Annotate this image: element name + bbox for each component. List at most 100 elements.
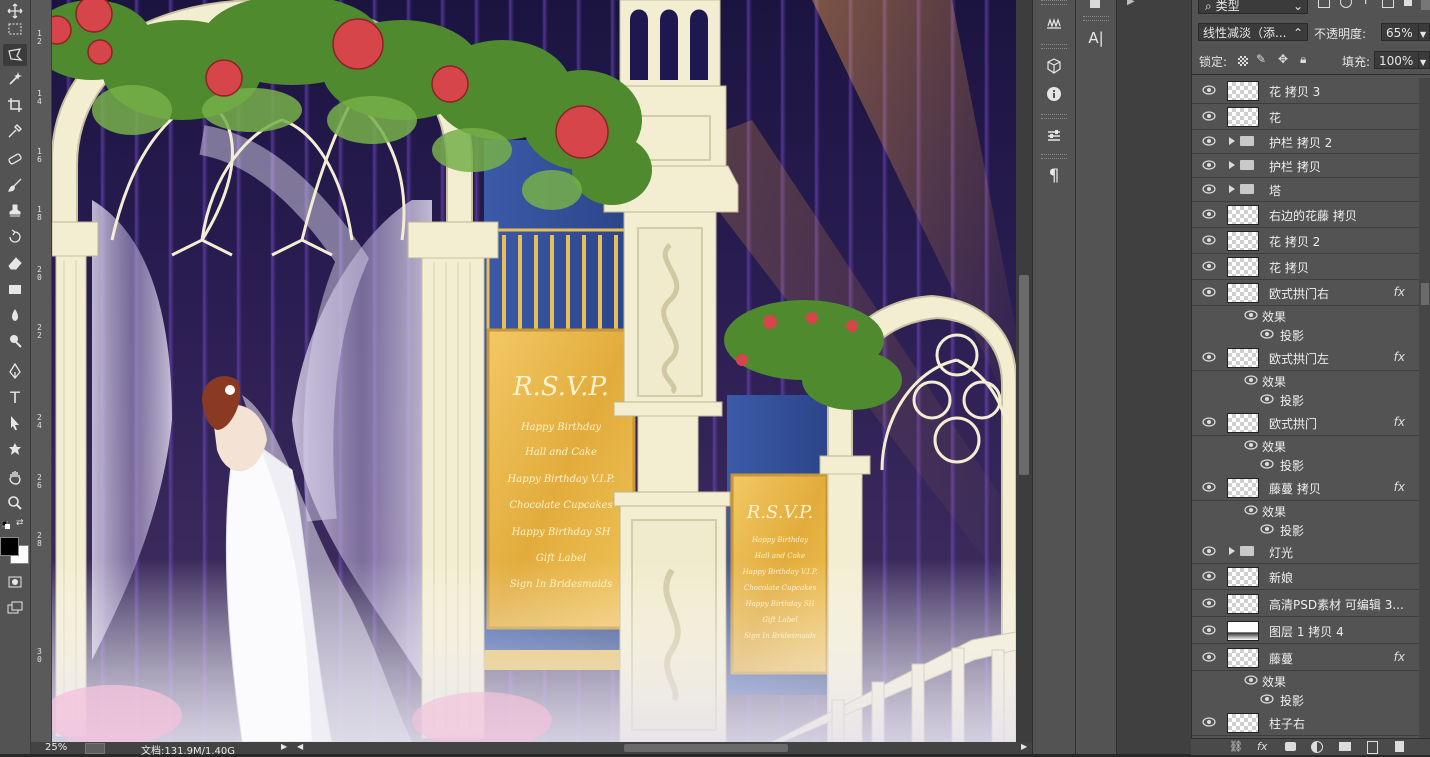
visibility-eye-icon[interactable]	[1202, 417, 1216, 427]
group-row[interactable]: 护栏 拷贝 2	[1192, 130, 1419, 154]
visibility-eye-icon[interactable]	[1260, 329, 1274, 339]
layer-effects-badge[interactable]: fx	[1394, 415, 1405, 429]
layers-scroll-thumb[interactable]	[1421, 283, 1429, 305]
visibility-eye-icon[interactable]	[1202, 352, 1216, 362]
character-panel-icon[interactable]: A|	[1084, 26, 1108, 50]
crop-tool-icon[interactable]	[3, 94, 27, 116]
scroll-left-arrow-icon[interactable]: ◀	[297, 742, 303, 751]
layer-row[interactable]: 花	[1192, 104, 1419, 130]
layer-row[interactable]: 柱子右	[1192, 710, 1419, 736]
link-icon[interactable]: ⛓︎	[1229, 740, 1243, 753]
layer-row[interactable]: 新娘	[1192, 564, 1419, 590]
layer-row[interactable]: 欧式拱门右 fx	[1192, 280, 1419, 306]
visibility-eye-icon[interactable]	[1202, 571, 1216, 581]
layer-row[interactable]: 花 拷贝 2	[1192, 228, 1419, 254]
layers-scrollbar[interactable]	[1419, 78, 1430, 738]
visibility-eye-icon[interactable]	[1202, 652, 1216, 662]
custom-shape-tool-icon[interactable]	[3, 438, 27, 460]
blur-tool-icon[interactable]	[3, 304, 27, 326]
fill-dropdown-icon[interactable]: ▼	[1418, 51, 1430, 69]
group-row[interactable]: 塔	[1192, 178, 1419, 202]
pen-tool-icon[interactable]	[3, 360, 27, 382]
fx-icon[interactable]: fx	[1257, 740, 1267, 753]
brush-preset-icon[interactable]	[1042, 10, 1066, 34]
new-layer-icon[interactable]	[1367, 741, 1378, 754]
visibility-eye-icon[interactable]	[1202, 160, 1216, 170]
magic-wand-tool-icon[interactable]	[3, 68, 27, 90]
gradient-tool-icon[interactable]	[3, 278, 27, 300]
blend-mode-select[interactable]: 线性减淡（添... ⌃	[1198, 23, 1308, 41]
visibility-eye-icon[interactable]	[1202, 482, 1216, 492]
clone-stamp-tool-icon[interactable]	[3, 200, 27, 222]
shape-filter-icon[interactable]	[1382, 0, 1394, 8]
effect-row[interactable]: 投影	[1192, 690, 1419, 709]
visibility-eye-icon[interactable]	[1202, 598, 1216, 608]
smart-object-filter-icon[interactable]	[1404, 0, 1412, 6]
layer-effects-badge[interactable]: fx	[1394, 650, 1405, 664]
effect-row[interactable]: 投影	[1192, 390, 1419, 409]
layer-effects-badge[interactable]: fx	[1394, 480, 1405, 494]
visibility-eye-icon[interactable]	[1202, 184, 1216, 194]
3d-panel-icon[interactable]	[1042, 54, 1066, 78]
adjustment-filter-icon[interactable]	[1340, 0, 1352, 8]
group-row[interactable]: 护栏 拷贝	[1192, 154, 1419, 178]
layer-row[interactable]: 高清PSD素材 可编辑 3...	[1192, 591, 1419, 617]
zoom-tool-icon[interactable]	[3, 492, 27, 514]
layer-row[interactable]: 花 拷贝 3	[1192, 78, 1419, 104]
screen-mode-icon[interactable]	[3, 597, 27, 619]
layer-row[interactable]: 图层 1 拷贝 4	[1192, 618, 1419, 644]
layer-effects-badge[interactable]: fx	[1394, 285, 1405, 299]
effect-row[interactable]: 投影	[1192, 520, 1419, 539]
visibility-eye-icon[interactable]	[1202, 85, 1216, 95]
mask-icon[interactable]	[1285, 742, 1296, 751]
filter-toggle[interactable]	[1421, 0, 1430, 10]
trash-icon[interactable]	[1395, 741, 1404, 752]
canvas-vertical-scroll-thumb[interactable]	[1019, 275, 1029, 475]
effect-row[interactable]: 投影	[1192, 455, 1419, 474]
eyedropper-tool-icon[interactable]	[3, 120, 27, 142]
lock-pixels-icon[interactable]: ✎	[1256, 52, 1266, 66]
visibility-eye-icon[interactable]	[1260, 694, 1274, 704]
fill-input[interactable]: 100%	[1374, 51, 1419, 69]
group-row[interactable]: 灯光	[1192, 540, 1419, 564]
visibility-eye-icon[interactable]	[1202, 209, 1216, 219]
effects-row[interactable]: 效果	[1192, 371, 1419, 390]
visibility-eye-icon[interactable]	[1260, 394, 1274, 404]
quick-mask-icon[interactable]	[3, 571, 27, 593]
visibility-eye-icon[interactable]	[1202, 546, 1216, 556]
brush-tool-icon[interactable]	[3, 174, 27, 196]
adjustment-icon[interactable]	[1311, 741, 1323, 753]
layer-row[interactable]: 藤蔓 拷贝 fx	[1192, 475, 1419, 501]
document-canvas[interactable]: R.S.V.P. Happy Birthday Hall and Cake Ha…	[52, 0, 1016, 742]
path-selection-tool-icon[interactable]	[3, 412, 27, 434]
eraser-tool-icon[interactable]	[3, 252, 27, 274]
swap-colors-icon[interactable]: ⇄	[16, 518, 26, 528]
info-icon[interactable]	[1042, 82, 1066, 106]
default-colors-icon[interactable]	[1, 518, 10, 529]
layer-row[interactable]: 右边的花藤 拷贝	[1192, 202, 1419, 228]
visibility-eye-icon[interactable]	[1202, 625, 1216, 635]
status-menu-arrow-icon[interactable]: ▶	[281, 742, 287, 751]
history-brush-tool-icon[interactable]	[3, 226, 27, 248]
visibility-eye-icon[interactable]	[1202, 261, 1216, 271]
canvas-horizontal-scroll-thumb[interactable]	[624, 744, 788, 752]
visibility-eye-icon[interactable]	[1202, 717, 1216, 727]
visibility-eye-icon[interactable]	[1202, 111, 1216, 121]
visibility-eye-icon[interactable]	[1202, 235, 1216, 245]
filter-kind-select[interactable]: ⌕ 类型 ⌄	[1198, 0, 1308, 14]
expand-arrow-icon[interactable]	[1229, 185, 1235, 193]
folder-icon[interactable]	[1339, 742, 1351, 751]
visibility-eye-icon[interactable]	[1260, 459, 1274, 469]
lock-all-icon[interactable]: 🔒︎	[1300, 52, 1306, 67]
layer-row[interactable]: 欧式拱门左 fx	[1192, 345, 1419, 371]
effects-row[interactable]: 效果	[1192, 501, 1419, 520]
visibility-eye-icon[interactable]	[1244, 310, 1258, 320]
effect-row[interactable]: 投影	[1192, 325, 1419, 344]
type-tool-icon[interactable]: T	[3, 386, 27, 408]
dodge-tool-icon[interactable]	[3, 330, 27, 352]
expand-arrow-icon[interactable]	[1229, 137, 1235, 145]
opacity-dropdown-icon[interactable]: ▼	[1418, 23, 1430, 41]
layer-row[interactable]: 欧式拱门 fx	[1192, 410, 1419, 436]
visibility-eye-icon[interactable]	[1202, 136, 1216, 146]
expand-arrow-icon[interactable]	[1229, 161, 1235, 169]
